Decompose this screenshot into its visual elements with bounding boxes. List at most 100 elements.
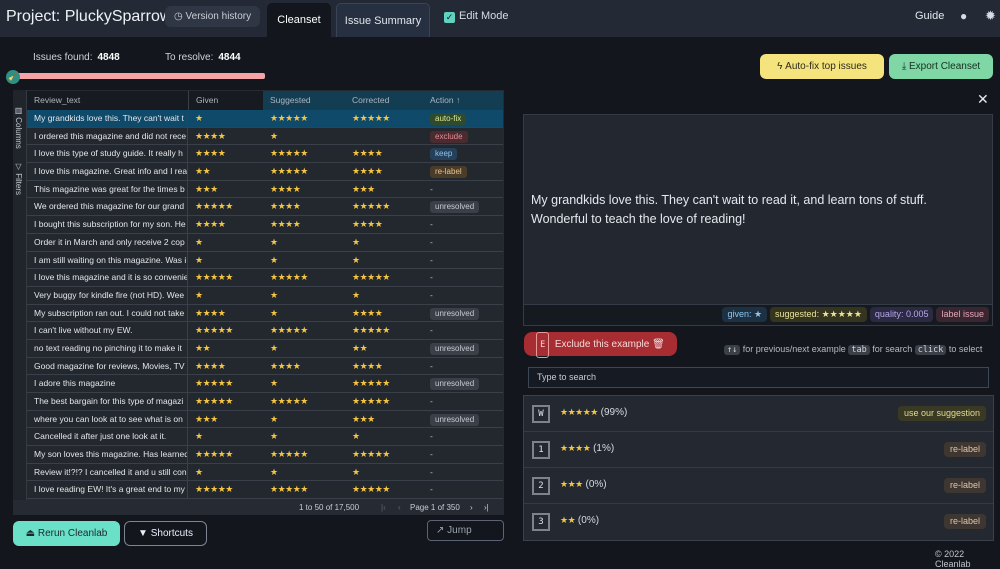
cell-given: ★ <box>188 234 263 251</box>
cell-review-text: I can't live without my EW. <box>27 322 188 340</box>
star-rating: ★★★★★ <box>195 449 233 460</box>
table-row[interactable]: I adore this magazine ★★★★★ ★ ★★★★★ unresolv… <box>27 375 503 393</box>
table-row[interactable]: Cancelled it after just one look at it. ★… <box>27 428 503 447</box>
checkbox-icon: ✓ <box>444 12 455 23</box>
table-row[interactable]: I bought this subscription for my son. H… <box>27 216 503 234</box>
auto-fix-button[interactable]: ϟ Auto-fix top issues <box>760 54 884 79</box>
action-badge: - <box>430 272 433 283</box>
table-row[interactable]: Good magazine for reviews, Movies, TV ★★★… <box>27 357 503 376</box>
column-header-given[interactable]: Given <box>188 91 263 110</box>
cell-review-text: My grandkids love this. They can't wait … <box>27 110 188 127</box>
settings-icon[interactable]: ✹ <box>985 8 996 24</box>
export-cleanset-button[interactable]: ⤓ Export Cleanset <box>889 54 993 79</box>
cell-action: exclude <box>423 128 503 145</box>
shortcuts-button[interactable]: ▼ Shortcuts <box>124 521 207 546</box>
cell-given: ★★★★ <box>188 305 263 322</box>
label-option[interactable]: 3 ★★ (0%) re-label <box>524 504 993 540</box>
label-search-input[interactable]: Type to search <box>528 367 989 388</box>
table-row[interactable]: Review it!?!? I cancelled it and u still… <box>27 463 503 482</box>
table-row[interactable]: no text reading no pinching it to make i… <box>27 339 503 358</box>
first-page-button[interactable]: |‹ <box>381 500 386 515</box>
label-option[interactable]: 1 ★★★★ (1%) re-label <box>524 432 993 468</box>
table-row[interactable]: My subscription ran out. I could not tak… <box>27 304 503 323</box>
cell-suggested: ★★★★★ <box>263 322 345 339</box>
star-rating: ★★★★★ <box>270 148 308 159</box>
cell-corrected: ★★ <box>345 340 423 357</box>
re-label-button[interactable]: re-label <box>943 442 986 457</box>
jump-input[interactable]: ↗ Jump <box>427 520 504 541</box>
table-row[interactable]: I love this magazine. Great info and I r… <box>27 163 503 181</box>
cell-review-text: I bought this subscription for my son. H… <box>27 216 188 234</box>
table-row[interactable]: I am still waiting on this magazine. Was… <box>27 251 503 270</box>
table-row[interactable]: This magazine was great for the times b ★… <box>27 180 503 199</box>
table-row[interactable]: I ordered this magazine and did not rece… <box>27 127 503 146</box>
table-row[interactable]: Very buggy for kindle fire (not HD). Wee… <box>27 286 503 305</box>
cell-action: - <box>423 252 503 269</box>
star-rating: ★ <box>352 289 360 300</box>
columns-panel-toggle[interactable]: ▥ Columns <box>14 106 23 149</box>
label-option[interactable]: 2 ★★★ (0%) re-label <box>524 468 993 504</box>
last-page-button[interactable]: ›| <box>484 500 489 515</box>
close-icon[interactable]: ✕ <box>977 91 989 108</box>
table-row[interactable]: My grandkids love this. They can't wait … <box>27 110 503 128</box>
table-row[interactable]: where you can look at to see what is on ★… <box>27 410 503 429</box>
row-range: 1 to 50 of 17,500 <box>299 503 360 512</box>
cell-given: ★★ <box>188 163 263 180</box>
action-badge: - <box>430 183 433 194</box>
cell-suggested: ★★★★ <box>263 358 345 375</box>
cell-action: unresolved <box>423 340 503 357</box>
label-option[interactable]: W ★★★★★ (99%) use our suggestion <box>524 396 993 432</box>
cell-given: ★★★★★ <box>188 481 263 498</box>
tab-cleanset[interactable]: Cleanset <box>267 3 331 37</box>
version-history-button[interactable]: ◷ Version history <box>165 6 261 27</box>
table-row[interactable]: Order it in March and only receive 2 cop… <box>27 233 503 252</box>
guide-link[interactable]: Guide <box>915 10 944 22</box>
star-rating: ★★★★★ <box>352 378 390 389</box>
column-header-action[interactable]: Action ↑ <box>423 91 503 110</box>
cell-given: ★★★★★ <box>188 446 263 463</box>
table-row[interactable]: My son loves this magazine. Has learned ★… <box>27 446 503 464</box>
prev-page-button[interactable]: ‹ <box>398 500 401 515</box>
table-row[interactable]: The best bargain for this type of magazi… <box>27 393 503 411</box>
cell-review-text: I am still waiting on this magazine. Was… <box>27 251 188 269</box>
filters-panel-toggle[interactable]: ▽ Filters <box>14 162 23 195</box>
next-page-button[interactable]: › <box>470 500 473 515</box>
cell-given: ★★★★ <box>188 145 263 162</box>
star-rating: ★★★★ <box>195 219 226 230</box>
cell-suggested: ★ <box>263 287 345 304</box>
use-suggestion-button[interactable]: use our suggestion <box>897 406 986 421</box>
star-rating: ★★★★ <box>352 307 383 318</box>
column-header-suggested[interactable]: Suggested <box>263 91 345 110</box>
project-title: Project: PluckySparrow <box>6 8 172 25</box>
action-badge: re-label <box>430 166 467 179</box>
column-header-corrected[interactable]: Corrected <box>345 91 423 110</box>
table-row[interactable]: We ordered this magazine for our grand ★★… <box>27 198 503 217</box>
tab-issue-summary[interactable]: Issue Summary <box>336 3 430 37</box>
to-resolve: To resolve: 4844 <box>165 52 241 63</box>
star-rating: ★★★★ <box>270 201 301 212</box>
cell-corrected: ★ <box>345 287 423 304</box>
table-row[interactable]: I can't live without my EW. ★★★★★ ★★★★★ ★★★… <box>27 322 503 340</box>
cell-suggested: ★ <box>263 128 345 145</box>
cell-review-text: We ordered this magazine for our grand <box>27 198 188 216</box>
cell-action: - <box>423 322 503 339</box>
action-badge: unresolved <box>430 413 480 426</box>
table-row[interactable]: I love reading EW! It's a great end to m… <box>27 481 503 500</box>
table-row[interactable]: I love this type of study guide. It real… <box>27 145 503 164</box>
edit-mode-toggle[interactable]: ✓ Edit Mode <box>444 10 509 23</box>
star-rating: ★★★★★ <box>195 378 233 389</box>
table-row[interactable]: I love this magazine and it is so conven… <box>27 269 503 287</box>
exclude-example-button[interactable]: E Exclude this example 🗑 <box>524 332 677 358</box>
star-rating: ★★★★★ <box>195 325 233 336</box>
action-badge: - <box>430 236 433 247</box>
re-label-button[interactable]: re-label <box>943 514 986 529</box>
re-label-button[interactable]: re-label <box>943 478 986 493</box>
cell-suggested: ★ <box>263 234 345 251</box>
github-icon[interactable]: ● <box>960 9 967 23</box>
action-badge: unresolved <box>430 201 480 214</box>
star-rating: ★ <box>270 431 278 442</box>
rerun-cleanlab-button[interactable]: ⏏ Rerun Cleanlab <box>13 521 120 546</box>
cell-corrected: ★★★★★ <box>345 481 423 498</box>
star-rating: ★ <box>195 431 203 442</box>
column-header-review-text[interactable]: Review_text <box>27 91 188 110</box>
